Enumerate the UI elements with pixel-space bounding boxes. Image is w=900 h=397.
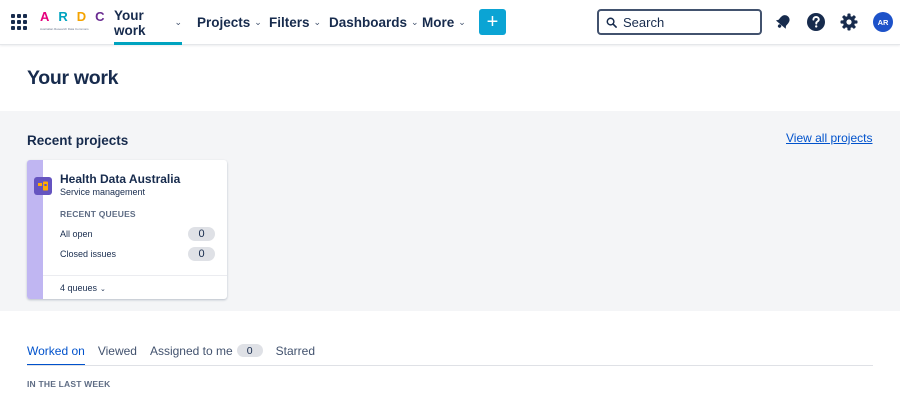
logo-letter: A <box>40 9 50 24</box>
settings-icon[interactable] <box>839 12 859 32</box>
count-badge: 0 <box>236 344 263 357</box>
tab-viewed[interactable]: Viewed <box>98 344 137 366</box>
chevron-down-icon: ⌄ <box>174 17 182 27</box>
tab-label: Starred <box>275 344 316 358</box>
queue-row-closed-issues[interactable]: Closed issues 0 <box>60 247 215 261</box>
project-name[interactable]: Health Data Australia <box>60 172 180 186</box>
search-box[interactable] <box>597 9 762 35</box>
chevron-down-icon: ⌄ <box>254 17 262 27</box>
nav-label: Filters <box>269 15 310 30</box>
notifications-icon[interactable] <box>773 12 793 32</box>
search-icon <box>606 17 617 28</box>
tab-label: Worked on <box>27 344 85 358</box>
tab-label: Viewed <box>97 344 137 358</box>
nav-label: Dashboards <box>329 15 408 30</box>
page-title: Your work <box>27 67 119 89</box>
project-avatar-icon <box>34 177 52 195</box>
chevron-down-icon: ⌄ <box>458 17 466 27</box>
avatar[interactable]: AR <box>873 12 893 32</box>
logo-letter: R <box>58 9 68 24</box>
queue-count-badge: 0 <box>188 247 215 261</box>
nav-label: More <box>422 15 455 30</box>
ardc-logo[interactable]: A R D C Australian Research Data Commons <box>40 9 105 32</box>
chevron-down-icon: ⌄ <box>411 17 419 27</box>
tab-worked-on[interactable]: Worked on <box>27 344 85 366</box>
tabs-divider <box>27 365 873 366</box>
search-input[interactable] <box>623 14 753 30</box>
help-icon[interactable] <box>806 12 826 32</box>
recent-projects-heading: Recent projects <box>27 133 129 148</box>
queue-label: Closed issues <box>60 249 117 259</box>
nav-label: Projects <box>197 15 251 30</box>
nav-filters[interactable]: Filters ⌄ <box>269 0 321 45</box>
queues-dropdown[interactable]: 4 queues ⌄ <box>60 283 106 293</box>
nav-projects[interactable]: Projects ⌄ <box>197 0 262 45</box>
period-heading: IN THE LAST WEEK <box>27 379 111 389</box>
create-button[interactable]: + <box>479 9 506 35</box>
project-type: Service management <box>60 187 146 197</box>
top-navigation: A R D C Australian Research Data Commons… <box>0 0 900 45</box>
nav-dashboards[interactable]: Dashboards ⌄ <box>329 0 419 45</box>
nav-your-work[interactable]: Your work ⌄ <box>114 0 182 45</box>
logo-letter: C <box>95 9 105 24</box>
queues-dropdown-label: 4 queues <box>60 283 98 293</box>
work-tabs: Worked on Viewed Assigned to me 0 Starre… <box>27 344 328 366</box>
queue-count-badge: 0 <box>188 227 215 241</box>
queue-row-all-open[interactable]: All open 0 <box>60 227 215 241</box>
logo-letter: D <box>76 9 87 24</box>
recent-queues-heading: RECENT QUEUES <box>60 209 136 219</box>
tab-label: Assigned to me <box>149 344 233 358</box>
nav-label: Your work <box>114 7 146 38</box>
chevron-down-icon: ⌄ <box>100 286 106 293</box>
project-card[interactable]: Health Data Australia Service management… <box>27 160 227 299</box>
apps-grid-icon[interactable] <box>11 14 27 30</box>
view-all-projects-link[interactable]: View all projects <box>786 131 872 145</box>
chevron-down-icon: ⌄ <box>313 17 322 27</box>
tab-starred[interactable]: Starred <box>276 344 315 366</box>
card-divider <box>43 275 227 276</box>
queue-label: All open <box>60 229 93 239</box>
tab-assigned-to-me[interactable]: Assigned to me 0 <box>150 344 263 366</box>
nav-more[interactable]: More ⌄ <box>422 0 466 45</box>
logo-subtitle: Australian Research Data Commons <box>40 27 89 31</box>
